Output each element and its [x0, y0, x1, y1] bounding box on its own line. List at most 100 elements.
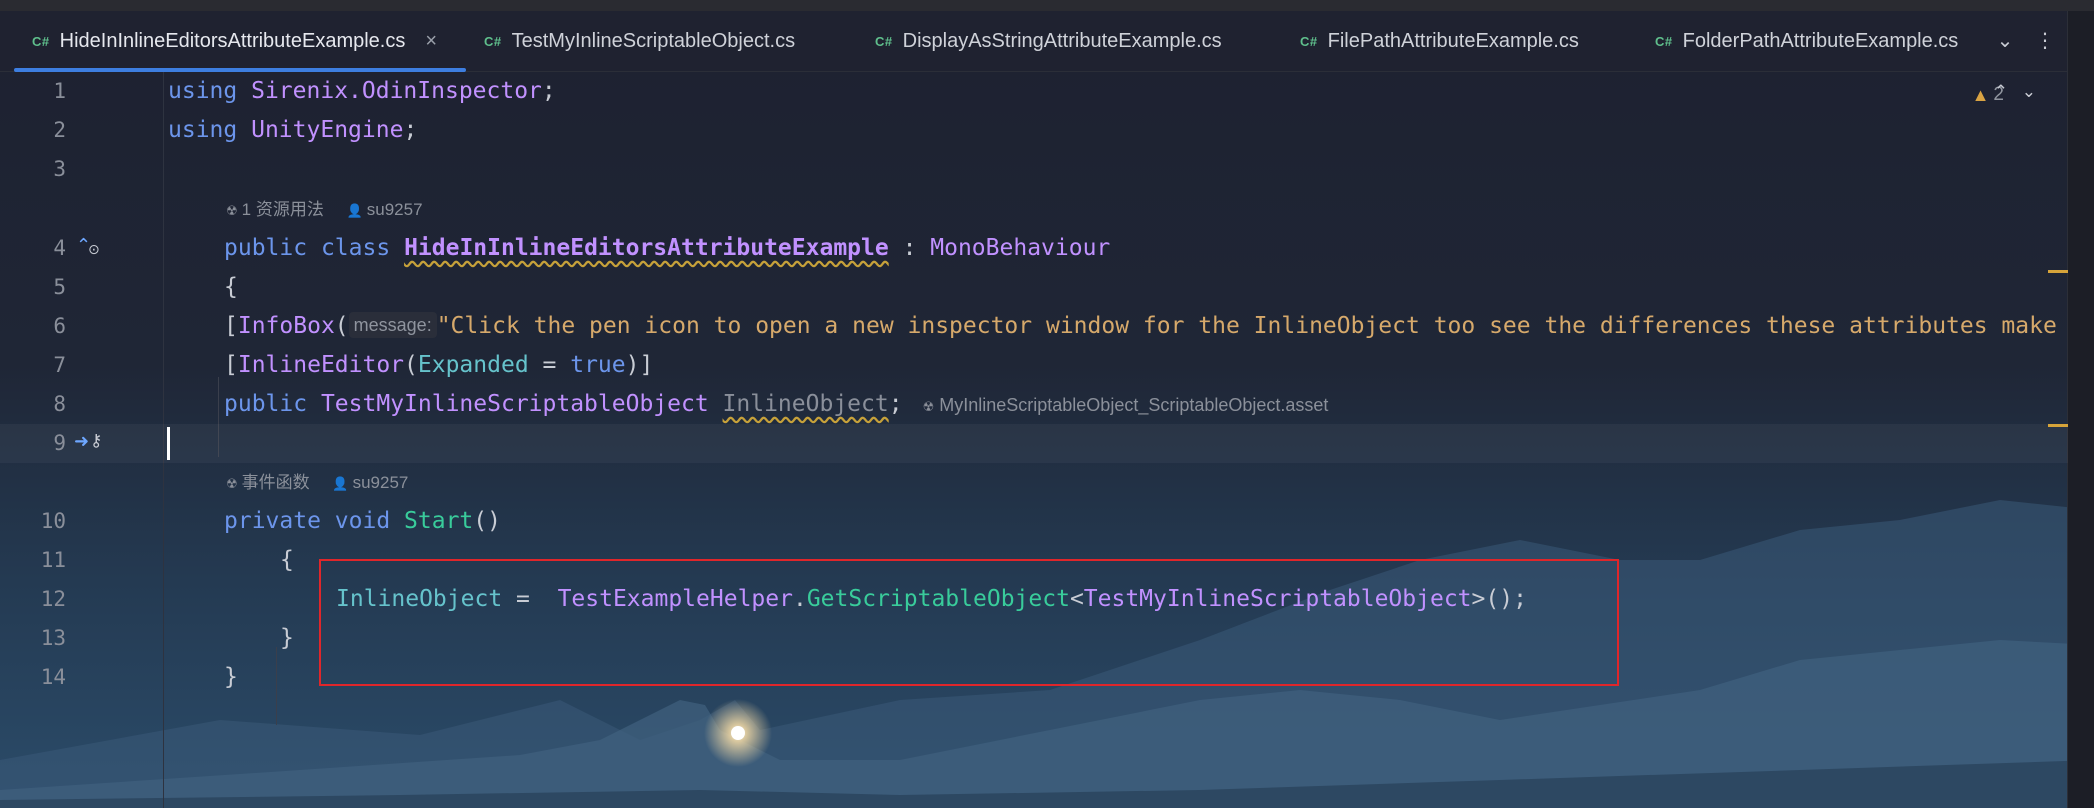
keyword: using: [168, 78, 238, 104]
line-number: 11: [40, 548, 66, 572]
unity-asset-icon: ☢: [226, 476, 238, 491]
csharp-file-icon: C#: [1300, 33, 1318, 49]
tab-filepath[interactable]: C# FilePathAttributeExample.cs: [1300, 11, 1579, 71]
field-name: InlineObject: [722, 391, 889, 417]
code-lens-event-function[interactable]: ☢ 事件函数 👤 su9257: [226, 468, 408, 498]
string-literal: "Click the pen icon to open a new inspec…: [436, 313, 2057, 339]
line-number: 12: [40, 587, 66, 611]
tab-label: HideInInlineEditorsAttributeExample.cs: [59, 29, 406, 52]
arrow-right-icon[interactable]: ➜: [74, 431, 89, 452]
tab-hideininlineeditors[interactable]: C# HideInInlineEditorsAttributeExample.c…: [32, 11, 437, 71]
line-number: 7: [53, 353, 66, 377]
namespace: UnityEngine: [251, 117, 404, 143]
tab-label: DisplayAsStringAttributeExample.cs: [902, 29, 1222, 52]
code-editor[interactable]: ▲ 2 ⌃ ⌄ 1 using Sirenix.OdinInspector; 2…: [0, 72, 2068, 808]
right-tool-strip: [2067, 11, 2094, 808]
line-number: 14: [40, 665, 66, 689]
warning-stripe-marker[interactable]: [2048, 270, 2068, 273]
punctuation: (: [334, 313, 349, 339]
keyword: using: [168, 117, 238, 143]
punctuation: [: [224, 313, 238, 339]
tab-testmyinlinescriptableobject[interactable]: C# TestMyInlineScriptableObject.cs: [484, 11, 795, 71]
author-label: su9257: [352, 473, 409, 492]
tab-label: FilePathAttributeExample.cs: [1327, 29, 1579, 52]
code-text: [InlineEditor(Expanded = true)]: [224, 346, 653, 385]
line-number: 4: [53, 236, 66, 260]
keyword: private: [224, 508, 321, 534]
punctuation: :: [888, 235, 931, 261]
code-text: public TestMyInlineScriptableObject Inli…: [224, 385, 1328, 424]
csharp-file-icon: C#: [1655, 33, 1673, 49]
csharp-file-icon: C#: [484, 33, 502, 49]
punctuation: =: [528, 352, 571, 378]
keyword: public: [224, 235, 308, 261]
punctuation: (: [404, 352, 418, 378]
code-line-6: 6 [InfoBox(message: "Click the pen icon t…: [0, 307, 2068, 346]
asset-name: MyInlineScriptableObject_ScriptableObjec…: [939, 395, 1329, 415]
wrench-icon[interactable]: ⚷: [90, 431, 102, 451]
tab-displayasstring[interactable]: C# DisplayAsStringAttributeExample.cs: [875, 11, 1222, 71]
code-text: public class HideInInlineEditorsAttribut…: [224, 229, 1110, 268]
keyword: true: [570, 352, 626, 378]
unity-asset-icon: ☢: [922, 399, 935, 414]
asset-hint[interactable]: ☢ MyInlineScriptableObject_ScriptableObje…: [923, 395, 1329, 415]
unity-asset-icon: ☢: [226, 203, 238, 218]
namespace: Sirenix.OdinInspector: [251, 78, 542, 104]
line-number: 8: [53, 392, 66, 416]
keyword: void: [334, 508, 391, 534]
line-number: 10: [40, 509, 66, 533]
tab-folderpath[interactable]: C# FolderPathAttributeExample.cs: [1655, 11, 1958, 71]
keyword: public: [224, 391, 308, 417]
code-text: [InfoBox(message: "Click the pen icon to …: [224, 307, 2057, 346]
punctuation: ;: [888, 391, 903, 417]
named-argument: Expanded: [417, 352, 529, 378]
csharp-file-icon: C#: [875, 33, 893, 49]
tab-label: FolderPathAttributeExample.cs: [1682, 29, 1959, 52]
annotation-highlight-box: [319, 559, 1619, 686]
chevron-down-icon[interactable]: ⌄: [1990, 23, 2020, 57]
code-text: }: [224, 664, 238, 690]
code-text: {: [280, 547, 294, 573]
punctuation: ;: [403, 117, 418, 143]
code-line-9: 9 ➜ ⚷: [0, 424, 2068, 463]
line-number: 5: [53, 275, 66, 299]
warning-stripe-marker[interactable]: [2048, 424, 2068, 427]
usages-label: 1 资源用法: [241, 200, 324, 219]
punctuation: (): [473, 508, 501, 534]
code-text: private void Start(): [224, 502, 501, 541]
punctuation: ;: [541, 78, 556, 104]
code-line-3: 3: [0, 150, 2068, 189]
type-name: TestMyInlineScriptableObject: [320, 391, 709, 417]
editor-tab-bar: C# HideInInlineEditorsAttributeExample.c…: [0, 11, 2094, 72]
line-number: 6: [53, 314, 66, 338]
tab-label: TestMyInlineScriptableObject.cs: [511, 29, 796, 52]
code-text: }: [280, 625, 294, 651]
unity-gutter-icon[interactable]: ⊙: [88, 242, 100, 258]
code-lens-usages[interactable]: ☢ 1 资源用法 👤 su9257: [226, 195, 423, 225]
code-line-10: 10 private void Start(): [0, 502, 2068, 541]
line-number: 1: [53, 79, 66, 103]
parameter-hint: message:: [348, 312, 437, 338]
event-function-label: 事件函数: [241, 473, 310, 492]
base-class: MonoBehaviour: [930, 235, 1111, 261]
punctuation: [: [224, 352, 238, 378]
close-icon[interactable]: ×: [425, 30, 437, 53]
code-text: {: [224, 274, 238, 300]
code-text: using UnityEngine;: [168, 111, 417, 150]
attribute-name: InfoBox: [237, 313, 335, 339]
line-number: 2: [53, 118, 66, 142]
user-icon: 👤: [346, 203, 363, 218]
csharp-file-icon: C#: [32, 33, 50, 49]
code-line-8: 8 public TestMyInlineScriptableObject In…: [0, 385, 2068, 424]
code-line-4: 4 ⌃ ⊙ public class HideInInlineEditorsAt…: [0, 229, 2068, 268]
code-text: using Sirenix.OdinInspector;: [168, 72, 556, 111]
more-vertical-icon[interactable]: ⋮: [2030, 23, 2060, 57]
code-line-2: 2 using UnityEngine;: [0, 111, 2068, 150]
method-name: Start: [404, 508, 474, 534]
line-number: 3: [53, 157, 66, 181]
attribute-name: InlineEditor: [237, 352, 405, 378]
keyword: class: [320, 235, 391, 261]
code-line-1: 1 using Sirenix.OdinInspector;: [0, 72, 2068, 111]
author-label: su9257: [366, 200, 423, 219]
user-icon: 👤: [332, 476, 349, 491]
